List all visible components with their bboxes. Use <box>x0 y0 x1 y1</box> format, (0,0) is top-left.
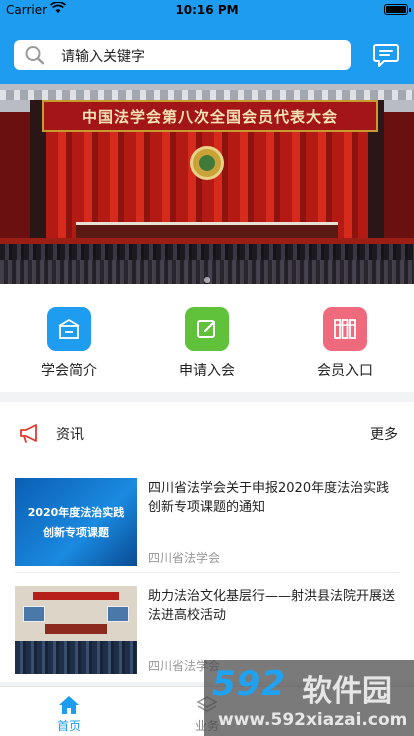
news-item[interactable]: 2020年度法治实践 创新专项课题 四川省法学会关于申报2020年度法治实践创新… <box>0 464 414 573</box>
quick-action-about[interactable]: 学会简介 <box>9 307 129 380</box>
banner-headline: 中国法学会第八次全国会员代表大会 <box>81 108 338 126</box>
edit-icon <box>185 307 229 351</box>
news-item-title: 助力法治文化基层行——射洪县法院开展送法进高校活动 <box>148 589 396 623</box>
emblem-center <box>199 155 215 171</box>
thumb-table <box>45 624 107 634</box>
quick-action-label: 会员入口 <box>317 363 373 379</box>
news-item[interactable]: 助力法治文化基层行——射洪县法院开展送法进高校活动 四川省法学会 <box>0 572 414 674</box>
watermark-url: www.592xiazai.com <box>218 710 408 730</box>
carousel-dot[interactable] <box>204 277 210 283</box>
quick-action-member[interactable]: 会员入口 <box>285 307 405 380</box>
battery-icon <box>384 4 411 15</box>
thumb-banner <box>33 592 119 600</box>
status-bar: Carrier 10:16 PM <box>0 0 414 20</box>
quick-actions: 学会简介 申请入会 会员入口 <box>0 284 414 392</box>
banner-lights <box>0 90 414 100</box>
watermark-brand-cn: 软件园 <box>302 674 392 709</box>
thumb-caption: 2020年度法治实践 <box>27 506 125 519</box>
quick-action-apply[interactable]: 申请入会 <box>147 307 267 380</box>
news-title: 资讯 <box>56 427 84 443</box>
search-input[interactable]: 请输入关键字 <box>14 40 351 70</box>
thumb-screen <box>107 606 129 622</box>
search-icon <box>24 45 46 69</box>
hero-banner[interactable]: 中国法学会第八次全国会员代表大会 <box>0 84 414 284</box>
news-more-link[interactable]: 更多 <box>370 424 398 444</box>
site-watermark: 592 软件园 www.592xiazai.com <box>204 660 414 736</box>
thumb-caption: 创新专项课题 <box>43 526 109 539</box>
tab-label: 首页 <box>56 719 81 733</box>
news-thumbnail <box>15 586 137 674</box>
message-button[interactable] <box>372 41 400 69</box>
news-header: 资讯 更多 <box>0 402 414 464</box>
news-thumbnail: 2020年度法治实践 创新专项课题 <box>15 478 137 566</box>
books-icon <box>323 307 367 351</box>
thumb-screen <box>23 606 45 622</box>
watermark-brand: 592 <box>212 664 286 704</box>
clock: 10:16 PM <box>175 3 239 17</box>
tab-home[interactable]: 首页 <box>0 689 138 734</box>
home-icon <box>0 689 138 715</box>
quick-action-label: 学会简介 <box>41 363 97 379</box>
news-section: 资讯 更多 2020年度法治实践 创新专项课题 四川省法学会关于申报2020年度… <box>0 402 414 682</box>
megaphone-icon <box>18 422 42 448</box>
carousel-indicator[interactable] <box>0 268 414 284</box>
thumb-audience <box>15 641 137 674</box>
building-icon <box>47 307 91 351</box>
search-placeholder: 请输入关键字 <box>61 49 145 65</box>
top-header: 请输入关键字 <box>0 20 414 84</box>
news-item-title: 四川省法学会关于申报2020年度法治实践创新专项课题的通知 <box>148 481 390 515</box>
chat-icon <box>372 44 400 73</box>
news-item-source: 四川省法学会 <box>148 551 221 565</box>
quick-action-label: 申请入会 <box>179 363 235 379</box>
